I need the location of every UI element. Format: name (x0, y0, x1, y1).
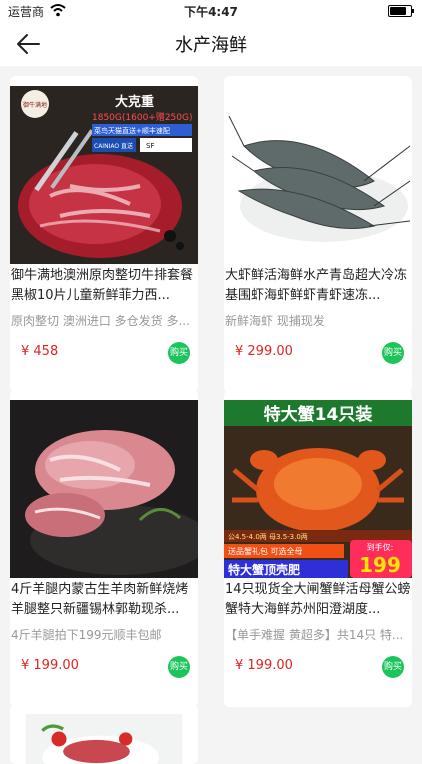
buy-button[interactable]: 购买 (168, 656, 190, 678)
product-tags: 新鲜海虾 现捕现发 (225, 314, 325, 328)
image-slogan: 特大蟹顶壳肥 (228, 562, 300, 577)
image-price: 199 (359, 553, 401, 577)
product-name[interactable]: 御牛满地澳洲原肉整切牛排套餐黑椒10片儿童新鲜菲力西... (10, 266, 197, 310)
nav-bar: 水产海鲜 (0, 22, 422, 66)
svg-text:SF: SF (146, 142, 154, 150)
image-weight: 1850G(1600+赠250G) (92, 111, 193, 123)
image-gift: 送品蟹礼包 可选全母 (228, 546, 303, 556)
battery-icon (388, 5, 414, 17)
buy-button[interactable]: 购买 (382, 342, 404, 364)
product-price: ¥ 299.00 (235, 344, 293, 359)
product-image-beef: 御牛满地 大克重 1850G(1600+赠250G) 菜鸟天猫直送+顺丰速配 C… (10, 86, 198, 264)
image-weight: 公4.5-4.0两 母3.5-3.0两 (228, 533, 308, 541)
image-delivery: 菜鸟天猫直送+顺丰速配 (94, 126, 170, 135)
product-image-shrimp (224, 86, 412, 264)
status-time: 下午4:47 (184, 5, 238, 19)
page-title: 水产海鲜 (175, 35, 247, 56)
product-image-lamb (10, 400, 198, 578)
product-card[interactable]: 大虾鲜活海鲜水产青岛超大冷冻基围虾海虾鲜虾青虾速冻... 新鲜海虾 现捕现发 ¥… (224, 76, 412, 393)
product-tags: 4斤羊腿拍下199元顺丰包邮 (11, 628, 162, 642)
product-image-steak-plate (25, 714, 183, 764)
product-card[interactable] (10, 704, 198, 764)
product-price: ¥ 458 (21, 344, 59, 359)
image-price-label: 到手仅: (367, 542, 394, 552)
product-card[interactable]: 特大蟹14只装 公4.5-4.0两 母3.5-3.0两 送品蟹礼包 可选全母 特… (224, 390, 412, 707)
status-bar: 运营商 下午4:47 (0, 0, 422, 22)
product-tags: 【单手难握 黄超多】共14只 特... (225, 628, 404, 642)
product-price: ¥ 199.00 (235, 658, 293, 673)
product-price: ¥ 199.00 (21, 658, 79, 673)
product-name[interactable]: 4斤羊腿内蒙古生羊肉新鲜烧烤羊腿整只新疆锡林郭勒现杀... (10, 580, 197, 624)
product-image-crab: 特大蟹14只装 公4.5-4.0两 母3.5-3.0两 送品蟹礼包 可选全母 特… (224, 400, 412, 578)
image-headline: 大克重 (115, 94, 154, 110)
product-name[interactable]: 14只现货全大闸蟹鲜活母蟹公螃蟹特大海鲜苏州阳澄湖度... (224, 580, 411, 624)
product-tags: 原肉整切 澳洲进口 多仓发货 多... (11, 314, 190, 328)
image-cainiao: CAINIAO 直送 (94, 142, 133, 150)
product-card[interactable]: 御牛满地 大克重 1850G(1600+赠250G) 菜鸟天猫直送+顺丰速配 C… (10, 76, 198, 393)
image-headline: 特大蟹14只装 (264, 404, 373, 425)
product-name[interactable]: 大虾鲜活海鲜水产青岛超大冷冻基围虾海虾鲜虾青虾速冻... (224, 266, 411, 310)
buy-button[interactable]: 购买 (382, 656, 404, 678)
brand-logo-text: 御牛满地 (23, 101, 47, 109)
buy-button[interactable]: 购买 (168, 342, 190, 364)
product-card[interactable]: 4斤羊腿内蒙古生羊肉新鲜烧烤羊腿整只新疆锡林郭勒现杀... 4斤羊腿拍下199元… (10, 390, 198, 707)
